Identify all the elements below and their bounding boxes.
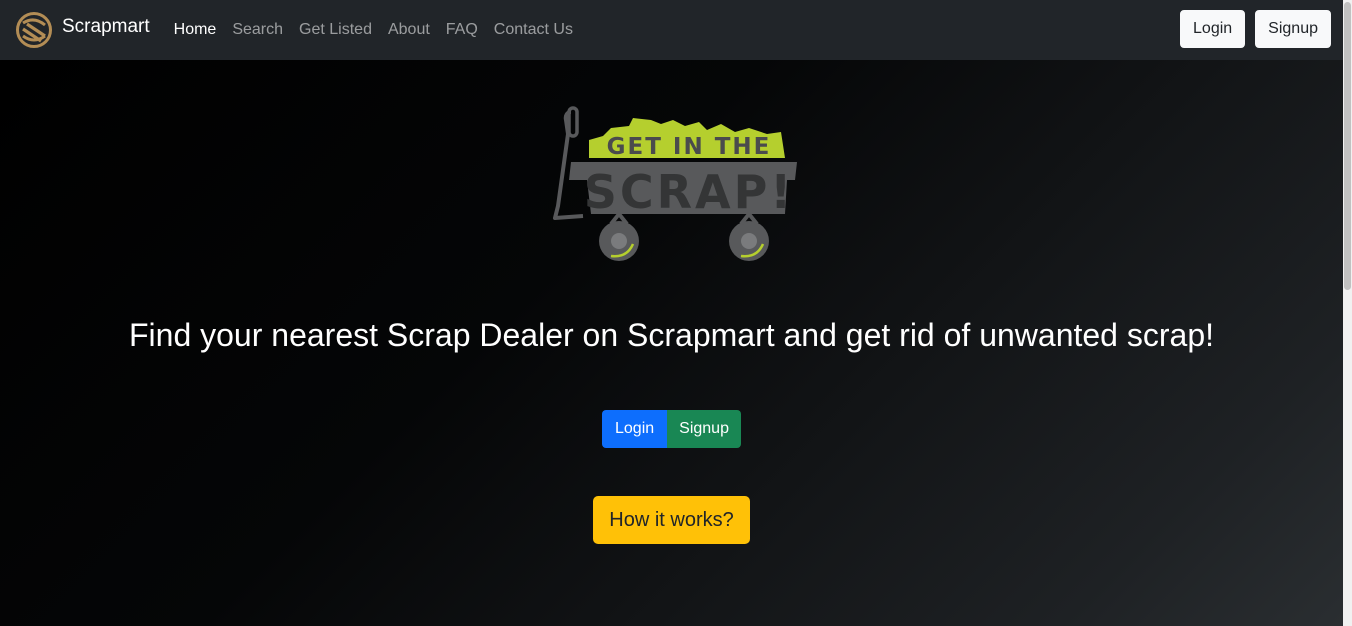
navbar: Scrapmart Home Search Get Listed About F… bbox=[0, 0, 1343, 60]
how-it-works-button[interactable]: How it works? bbox=[593, 496, 750, 544]
page-scrollbar[interactable] bbox=[1343, 0, 1352, 626]
nav-link-home[interactable]: Home bbox=[166, 21, 225, 39]
nav-auth-buttons: Login Signup bbox=[1180, 10, 1331, 48]
hero-login-button[interactable]: Login bbox=[602, 410, 668, 448]
nav-signup-button[interactable]: Signup bbox=[1255, 10, 1331, 48]
brand-link[interactable]: Scrapmart bbox=[15, 11, 150, 49]
nav-links: Home Search Get Listed About FAQ Contact… bbox=[166, 21, 581, 39]
scrollbar-thumb[interactable] bbox=[1344, 2, 1351, 290]
get-in-the-scrap-wagon-logo: GET IN THE SCRAP! bbox=[553, 106, 797, 261]
nav-link-contact-us[interactable]: Contact Us bbox=[486, 21, 581, 39]
nav-link-faq[interactable]: FAQ bbox=[438, 21, 486, 39]
nav-login-button[interactable]: Login bbox=[1180, 10, 1246, 48]
nav-link-search[interactable]: Search bbox=[224, 21, 291, 39]
hero-signup-button[interactable]: Signup bbox=[667, 410, 741, 448]
hero-auth-button-group: Login Signup bbox=[602, 410, 741, 448]
logo-text-top: GET IN THE bbox=[607, 134, 772, 160]
brand-name: Scrapmart bbox=[62, 16, 150, 37]
scrapmart-logo-icon bbox=[16, 12, 52, 48]
hero-section: GET IN THE SCRAP! Find your nearest Scra… bbox=[0, 60, 1343, 626]
page: Scrapmart Home Search Get Listed About F… bbox=[0, 0, 1352, 626]
hero-tagline: Find your nearest Scrap Dealer on Scrapm… bbox=[128, 317, 1214, 353]
nav-link-about[interactable]: About bbox=[380, 21, 438, 39]
nav-link-get-listed[interactable]: Get Listed bbox=[291, 21, 380, 39]
logo-text-bottom: SCRAP! bbox=[584, 165, 795, 219]
